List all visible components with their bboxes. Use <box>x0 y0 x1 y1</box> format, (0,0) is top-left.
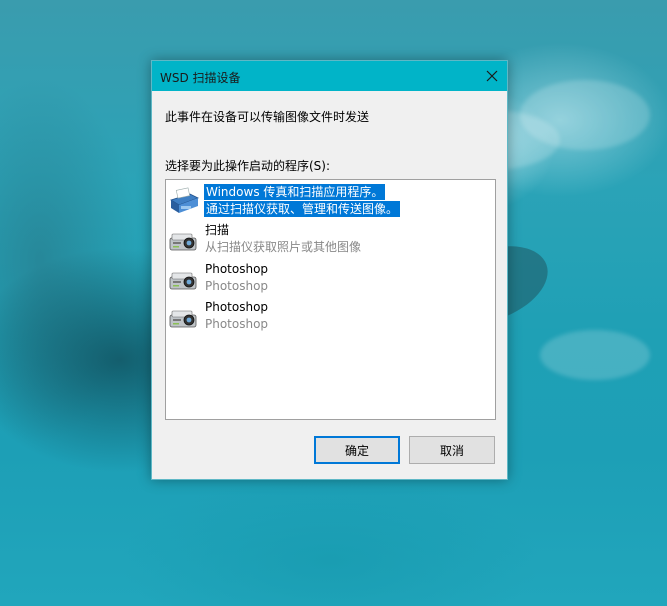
close-button[interactable] <box>477 61 507 91</box>
list-item-photoshop-2[interactable]: Photoshop Photoshop <box>166 297 495 335</box>
list-item-windows-fax-scan[interactable]: Windows 传真和扫描应用程序。 通过扫描仪获取、管理和传送图像。 <box>166 182 495 220</box>
program-name: Windows 传真和扫描应用程序。 <box>204 184 386 200</box>
program-prompt-label: 选择要为此操作启动的程序(S): <box>165 159 331 173</box>
event-description: 此事件在设备可以传输图像文件时发送 <box>165 110 370 124</box>
light-wave <box>520 80 650 150</box>
camera-scanner-icon <box>169 233 197 251</box>
program-subtitle: Photoshop <box>205 279 269 293</box>
fax-scanner-icon <box>170 187 200 213</box>
wsd-scan-dialog: WSD 扫描设备 此事件在设备可以传输图像文件时发送 选择要为此操作启动的程序(… <box>151 60 508 480</box>
list-item-photoshop-1[interactable]: Photoshop Photoshop <box>166 259 495 297</box>
program-subtitle: 从扫描仪获取照片或其他图像 <box>205 240 362 254</box>
light-wave <box>540 330 650 380</box>
program-name: Photoshop <box>205 300 269 314</box>
title-bar: WSD 扫描设备 <box>152 61 507 91</box>
program-name: 扫描 <box>205 223 230 237</box>
cancel-button[interactable]: 取消 <box>409 436 495 464</box>
dialog-title: WSD 扫描设备 <box>160 71 241 85</box>
list-item-scan[interactable]: 扫描 从扫描仪获取照片或其他图像 <box>166 220 495 258</box>
program-name: Photoshop <box>205 262 269 276</box>
ok-button[interactable]: 确定 <box>314 436 400 464</box>
camera-scanner-icon <box>169 272 197 290</box>
program-subtitle: Photoshop <box>205 317 269 331</box>
program-subtitle: 通过扫描仪获取、管理和传送图像。 <box>204 201 401 217</box>
camera-scanner-icon <box>169 310 197 328</box>
program-list[interactable]: Windows 传真和扫描应用程序。 通过扫描仪获取、管理和传送图像。 扫描 从… <box>165 179 496 420</box>
close-icon <box>486 70 498 82</box>
